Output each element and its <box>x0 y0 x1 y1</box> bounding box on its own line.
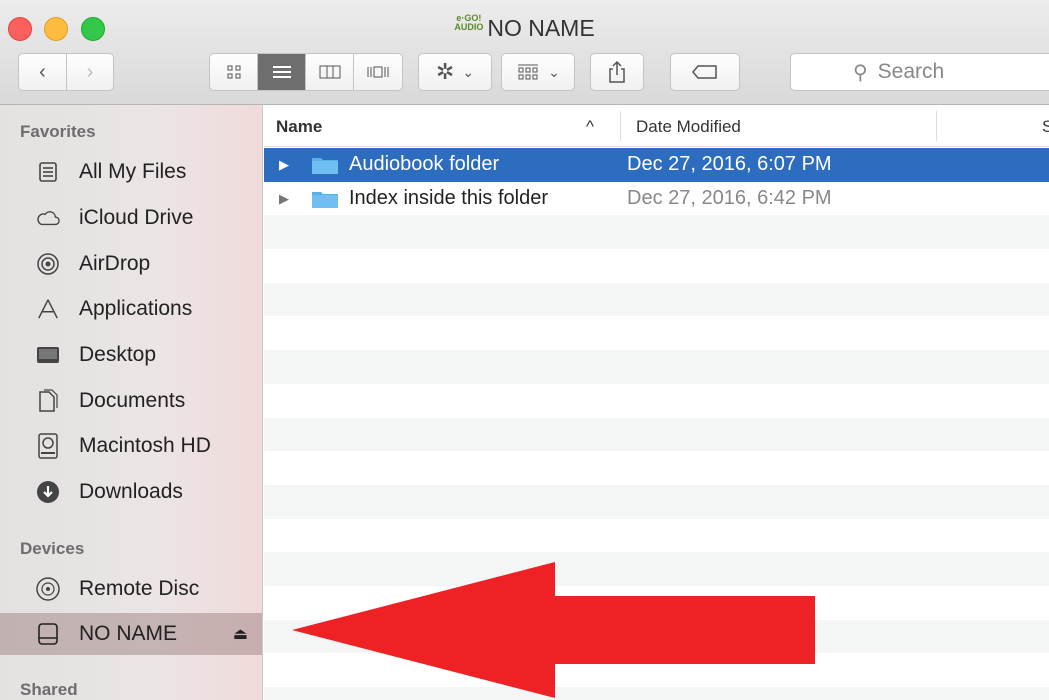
all-files-icon <box>36 160 60 184</box>
window-toolbar: e·GO! AUDIO NO NAME ‹ › ✲ ⌄ ⌄ ⚲ Search <box>0 0 1049 105</box>
column-divider[interactable] <box>620 111 621 141</box>
file-date: Dec 27, 2016, 6:07 PM <box>627 153 832 176</box>
applications-icon <box>36 297 60 321</box>
empty-row <box>264 619 1049 654</box>
forward-button[interactable]: › <box>65 54 113 90</box>
chevron-down-icon: ⌄ <box>462 63 475 80</box>
icon-view-icon <box>227 65 240 79</box>
navigation-buttons: ‹ › <box>18 53 114 91</box>
column-view-button[interactable] <box>306 54 354 90</box>
eject-icon[interactable]: ⏏ <box>233 624 248 644</box>
sidebar-item-label: AirDrop <box>79 252 151 275</box>
empty-row <box>264 215 1049 250</box>
favorites-header: Favorites <box>20 122 96 141</box>
sidebar-item-label: Applications <box>79 297 193 320</box>
share-button[interactable] <box>590 53 644 91</box>
sidebar-item-label: Desktop <box>79 343 157 366</box>
volume-logo-icon: e·GO! AUDIO <box>454 13 484 32</box>
disc-icon <box>36 577 60 601</box>
sidebar-item-label: Remote Disc <box>79 577 200 600</box>
downloads-icon <box>36 480 60 504</box>
empty-row <box>264 384 1049 418</box>
sidebar-item-all-my-files[interactable]: All My Files <box>0 151 262 193</box>
empty-row <box>264 282 1049 317</box>
sidebar-item-remote-disc[interactable]: Remote Disc <box>0 568 262 610</box>
file-name: Index inside this folder <box>349 187 549 210</box>
empty-row <box>264 317 1049 351</box>
airdrop-icon <box>36 252 60 276</box>
column-view-icon <box>319 65 340 79</box>
column-divider[interactable] <box>936 111 937 141</box>
sidebar-item-label: iCloud Drive <box>79 206 194 229</box>
column-name-header[interactable]: Name <box>276 117 322 137</box>
tag-icon <box>692 65 717 79</box>
sidebar-item-label: Documents <box>79 389 186 412</box>
hard-drive-icon <box>36 433 60 459</box>
folder-icon <box>311 155 339 175</box>
column-size-header[interactable]: S <box>1042 117 1049 137</box>
empty-row <box>264 249 1049 283</box>
icon-view-button[interactable] <box>210 54 258 90</box>
file-row-index-inside-this-folder[interactable]: ▶ Index inside this folder Dec 27, 2016,… <box>264 182 1049 216</box>
disclosure-triangle-icon[interactable]: ▶ <box>279 191 289 207</box>
shared-header: Shared <box>20 680 78 699</box>
list-column-header: Name ^ Date Modified S <box>264 105 1049 147</box>
list-view-button[interactable] <box>258 54 306 90</box>
sidebar: Favorites All My Files iCloud Drive AirD… <box>0 105 263 700</box>
window-title: e·GO! AUDIO NO NAME <box>0 14 1049 42</box>
disclosure-triangle-icon[interactable]: ▶ <box>279 157 289 173</box>
chevron-down-icon: ⌄ <box>548 63 560 80</box>
tags-button[interactable] <box>670 53 740 91</box>
sidebar-item-label: Downloads <box>79 480 183 503</box>
action-menu-button[interactable]: ✲ ⌄ <box>418 53 492 91</box>
sidebar-item-label: Macintosh HD <box>79 434 211 457</box>
sidebar-item-applications[interactable]: Applications <box>0 288 262 330</box>
list-view-icon <box>272 66 291 78</box>
empty-row <box>264 654 1049 688</box>
empty-row <box>264 350 1049 384</box>
empty-row <box>264 485 1049 519</box>
devices-header: Devices <box>20 539 85 558</box>
empty-row <box>264 586 1049 620</box>
cover-flow-icon <box>367 66 389 78</box>
sidebar-item-downloads[interactable]: Downloads <box>0 471 262 513</box>
arrange-icon <box>518 64 539 80</box>
file-name: Audiobook folder <box>349 153 500 176</box>
empty-row <box>264 687 1049 700</box>
sidebar-item-label: All My Files <box>79 160 187 183</box>
desktop-icon <box>36 343 60 367</box>
empty-row <box>264 451 1049 485</box>
sort-ascending-icon: ^ <box>586 117 594 136</box>
sidebar-item-macintosh-hd[interactable]: Macintosh HD <box>0 425 262 467</box>
arrange-menu-button[interactable]: ⌄ <box>501 53 575 91</box>
sidebar-item-label: NO NAME <box>79 622 178 645</box>
empty-row <box>264 417 1049 452</box>
cover-flow-view-button[interactable] <box>354 54 402 90</box>
back-button[interactable]: ‹ <box>19 54 66 90</box>
sidebar-item-airdrop[interactable]: AirDrop <box>0 243 262 285</box>
file-row-audiobook-folder[interactable]: ▶ Audiobook folder Dec 27, 2016, 6:07 PM <box>264 148 1049 182</box>
share-icon <box>609 60 625 83</box>
folder-icon <box>311 189 339 209</box>
view-mode-selector <box>209 53 403 91</box>
cloud-icon <box>36 206 60 230</box>
sidebar-item-desktop[interactable]: Desktop <box>0 334 262 376</box>
sidebar-item-icloud-drive[interactable]: iCloud Drive <box>0 197 262 239</box>
gear-icon: ✲ <box>435 59 455 84</box>
sidebar-item-no-name[interactable]: NO NAME ⏏ <box>0 613 262 655</box>
file-date: Dec 27, 2016, 6:42 PM <box>627 187 832 210</box>
sidebar-item-documents[interactable]: Documents <box>0 380 262 422</box>
search-icon: ⚲ <box>853 61 868 84</box>
search-field[interactable]: ⚲ Search <box>790 53 1049 91</box>
column-date-modified-header[interactable]: Date Modified <box>636 117 741 137</box>
documents-icon <box>36 389 60 413</box>
file-list: ▶ Audiobook folder Dec 27, 2016, 6:07 PM… <box>264 148 1049 700</box>
search-placeholder: Search <box>877 60 945 83</box>
external-drive-icon <box>36 622 60 646</box>
empty-row <box>264 552 1049 587</box>
window-title-text: NO NAME <box>487 15 595 41</box>
empty-row <box>264 519 1049 553</box>
